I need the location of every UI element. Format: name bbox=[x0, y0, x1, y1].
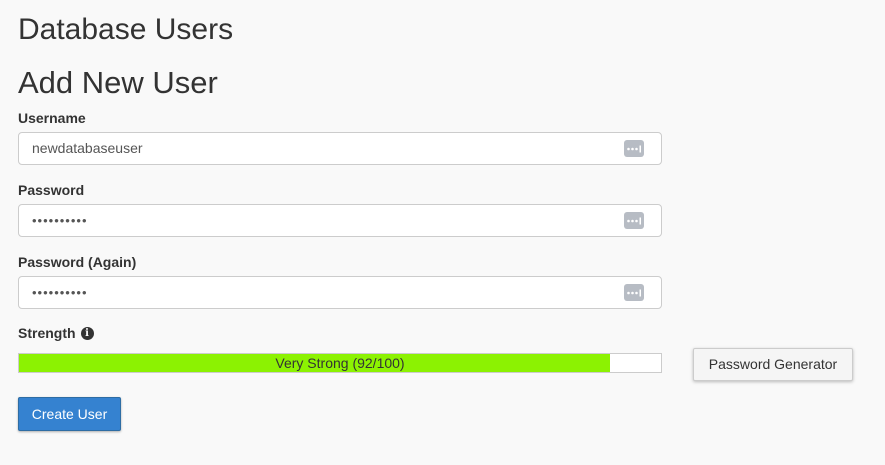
username-label: Username bbox=[18, 110, 86, 126]
strength-meter-text: Very Strong (92/100) bbox=[275, 355, 405, 371]
password-label: Password bbox=[18, 182, 85, 198]
create-user-button[interactable]: Create User bbox=[18, 397, 121, 431]
strength-label-text: Strength bbox=[18, 325, 76, 341]
page-title: Database Users bbox=[18, 13, 234, 46]
username-field[interactable]: newdatabaseuser bbox=[18, 132, 662, 165]
password-generator-button[interactable]: Password Generator bbox=[693, 348, 853, 381]
password-field[interactable]: •••••••••• bbox=[18, 204, 662, 237]
strength-label: Strength i bbox=[18, 324, 94, 342]
password-manager-icon[interactable] bbox=[624, 212, 644, 229]
password-strength-meter: Very Strong (92/100) bbox=[18, 353, 662, 373]
password-value: •••••••••• bbox=[32, 213, 88, 228]
password-again-value: •••••••••• bbox=[32, 285, 88, 300]
info-icon[interactable]: i bbox=[80, 326, 94, 340]
section-title: Add New User bbox=[18, 65, 218, 100]
password-manager-icon[interactable] bbox=[624, 140, 644, 157]
password-again-label: Password (Again) bbox=[18, 254, 137, 270]
username-value: newdatabaseuser bbox=[32, 140, 143, 156]
password-manager-icon[interactable] bbox=[624, 284, 644, 301]
password-again-field[interactable]: •••••••••• bbox=[18, 276, 662, 309]
